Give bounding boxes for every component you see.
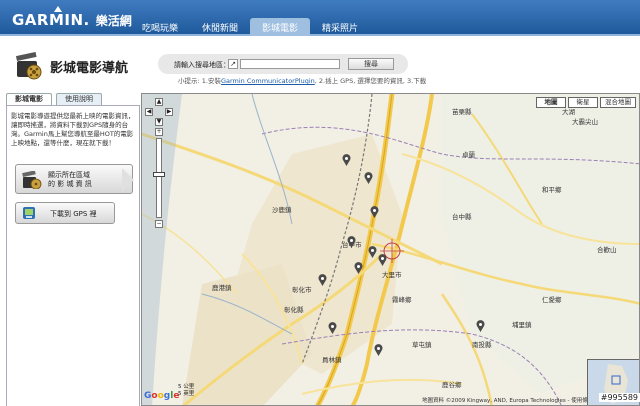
photo-id-watermark: #995589 xyxy=(598,393,640,402)
map-label: 仁愛鄉 xyxy=(542,296,562,304)
cinema-pin-icon[interactable] xyxy=(378,254,387,266)
download-label: 下載到 GPS 裡 xyxy=(50,210,97,218)
map-label: 彰化市 xyxy=(292,286,312,294)
nav-item-movies[interactable]: 影城電影 xyxy=(250,18,311,36)
logo-triangle-icon xyxy=(54,6,62,12)
scale-imperial: 5 英里 xyxy=(178,391,195,397)
map-label: 台中縣 xyxy=(452,213,472,221)
nav-item-food[interactable]: 吃喝玩樂 xyxy=(130,18,190,36)
tab-instructions[interactable]: 使用說明 xyxy=(56,93,102,105)
pan-up-icon[interactable]: ▲ xyxy=(155,98,163,106)
map-label: 大里市 xyxy=(382,271,402,279)
panel-description: 影城電影導遊提供您最新上映的電影資訊，讓即時搖選，將資料下載到GPS隨身的台灣。… xyxy=(11,112,135,147)
install-hint: 小提示: 1.安裝Garmin CommunicatorPlugin, 2.插上… xyxy=(178,75,426,85)
cinema-pin-icon[interactable] xyxy=(342,154,351,166)
pan-right-icon[interactable]: ▶ xyxy=(165,108,173,116)
download-to-gps-button[interactable]: 下載到 GPS 裡 xyxy=(15,202,115,224)
arrow-right-icon xyxy=(122,168,134,192)
search-box: 請輸入搜尋地區： ↗ 搜尋 xyxy=(158,54,408,74)
app-title: 影城電影導航 xyxy=(50,60,129,76)
film-clapper-icon xyxy=(15,52,42,80)
show-cinemas-label: 顯示所在區域 的 影 城 資 訊 xyxy=(48,171,92,188)
cinema-pin-icon[interactable] xyxy=(374,344,383,356)
main-nav: 吃喝玩樂 休閒新聞 影城電影 精采照片 xyxy=(130,18,370,36)
plugin-link[interactable]: Garmin CommunicatorPlugin xyxy=(221,77,315,85)
map-label: 鹿谷鄉 xyxy=(442,381,462,389)
show-cinemas-button[interactable]: 顯示所在區域 的 影 城 資 訊 xyxy=(15,164,134,194)
map-label: 大霸尖山 xyxy=(572,118,598,126)
map-label: 苗栗縣 xyxy=(452,108,472,116)
map-copyright[interactable]: 地圖資料 ©2009 Kingway, AND, Europa Technolo… xyxy=(422,396,593,404)
map-label: 鹿港鎮 xyxy=(212,284,232,292)
app-header: 影城電影導航 xyxy=(14,52,128,80)
logo-wordmark: GARMIN. xyxy=(12,11,90,29)
map-label: 員林鎮 xyxy=(322,356,342,364)
search-button[interactable]: 搜尋 xyxy=(348,58,394,70)
cinema-pin-icon[interactable] xyxy=(328,322,337,334)
map-label: 彰化縣 xyxy=(284,306,304,314)
search-label: 請輸入搜尋地區： xyxy=(174,61,230,69)
locate-icon[interactable]: ↗ xyxy=(228,59,238,69)
film-clapper-icon xyxy=(22,171,42,189)
cinema-pin-icon[interactable] xyxy=(364,172,373,184)
map-label: 和平鄉 xyxy=(542,186,562,194)
map-label: 卓蘭 xyxy=(462,151,475,159)
map-label: 草屯鎮 xyxy=(412,341,432,349)
cinema-pin-icon[interactable] xyxy=(370,206,379,218)
google-logo: Google xyxy=(144,391,180,401)
pan-left-icon[interactable]: ◀ xyxy=(145,108,153,116)
tab-movies[interactable]: 影城電影 xyxy=(6,93,52,105)
pan-down-icon[interactable]: ▼ xyxy=(155,118,163,126)
cinema-pin-icon[interactable] xyxy=(354,262,363,274)
map-scale: 5 公里 5 英里 xyxy=(178,384,194,398)
map-label: 沙鹿鎮 xyxy=(272,206,292,214)
logo-subtitle: 樂活網 xyxy=(95,13,132,28)
nav-item-news[interactable]: 休閒新聞 xyxy=(190,18,250,36)
map-view[interactable]: 地圖 衛星 混合地圖 ▲ ◀ ▶ ▼ + − 苗栗縣 大湖 大霸尖山 卓蘭 台中… xyxy=(141,93,640,406)
cinema-pin-icon[interactable] xyxy=(476,320,485,332)
map-label: 南投縣 xyxy=(472,341,492,349)
garmin-logo[interactable]: GARMIN. 樂活網 xyxy=(12,6,132,30)
zoom-out-icon[interactable]: − xyxy=(155,220,163,228)
map-label: 大湖 xyxy=(562,108,575,116)
zoom-slider-thumb[interactable] xyxy=(153,172,165,177)
search-input[interactable] xyxy=(240,59,340,69)
nav-item-photos[interactable]: 精采照片 xyxy=(310,18,370,36)
map-label: 埔里鎮 xyxy=(512,321,532,329)
map-label: 霧峰鄉 xyxy=(392,296,412,304)
cinema-pin-icon[interactable] xyxy=(347,236,356,248)
map-type-hybrid[interactable]: 混合地圖 xyxy=(600,97,636,108)
hint-prefix: 小提示: 1.安裝 xyxy=(178,77,221,85)
scale-metric: 5 公里 xyxy=(178,384,195,390)
top-navigation-bar: GARMIN. 樂活網 吃喝玩樂 休閒新聞 影城電影 精采照片 xyxy=(0,0,640,36)
left-panel: 影城電影導遊提供您最新上映的電影資訊，讓即時搖選，將資料下載到GPS隨身的台灣。… xyxy=(6,105,140,406)
gps-device-icon xyxy=(23,207,35,219)
map-canvas[interactable] xyxy=(142,94,640,406)
hint-suffix: , 2.插上 GPS, 選擇您要的資訊, 3.下載 xyxy=(314,77,427,85)
panel-tabs: 影城電影 使用說明 xyxy=(6,93,106,105)
zoom-in-icon[interactable]: + xyxy=(155,128,163,136)
cinema-pin-icon[interactable] xyxy=(368,246,377,258)
zoom-slider-track[interactable] xyxy=(156,138,162,218)
map-label: 合歡山 xyxy=(597,246,617,254)
cinema-pin-icon[interactable] xyxy=(318,274,327,286)
